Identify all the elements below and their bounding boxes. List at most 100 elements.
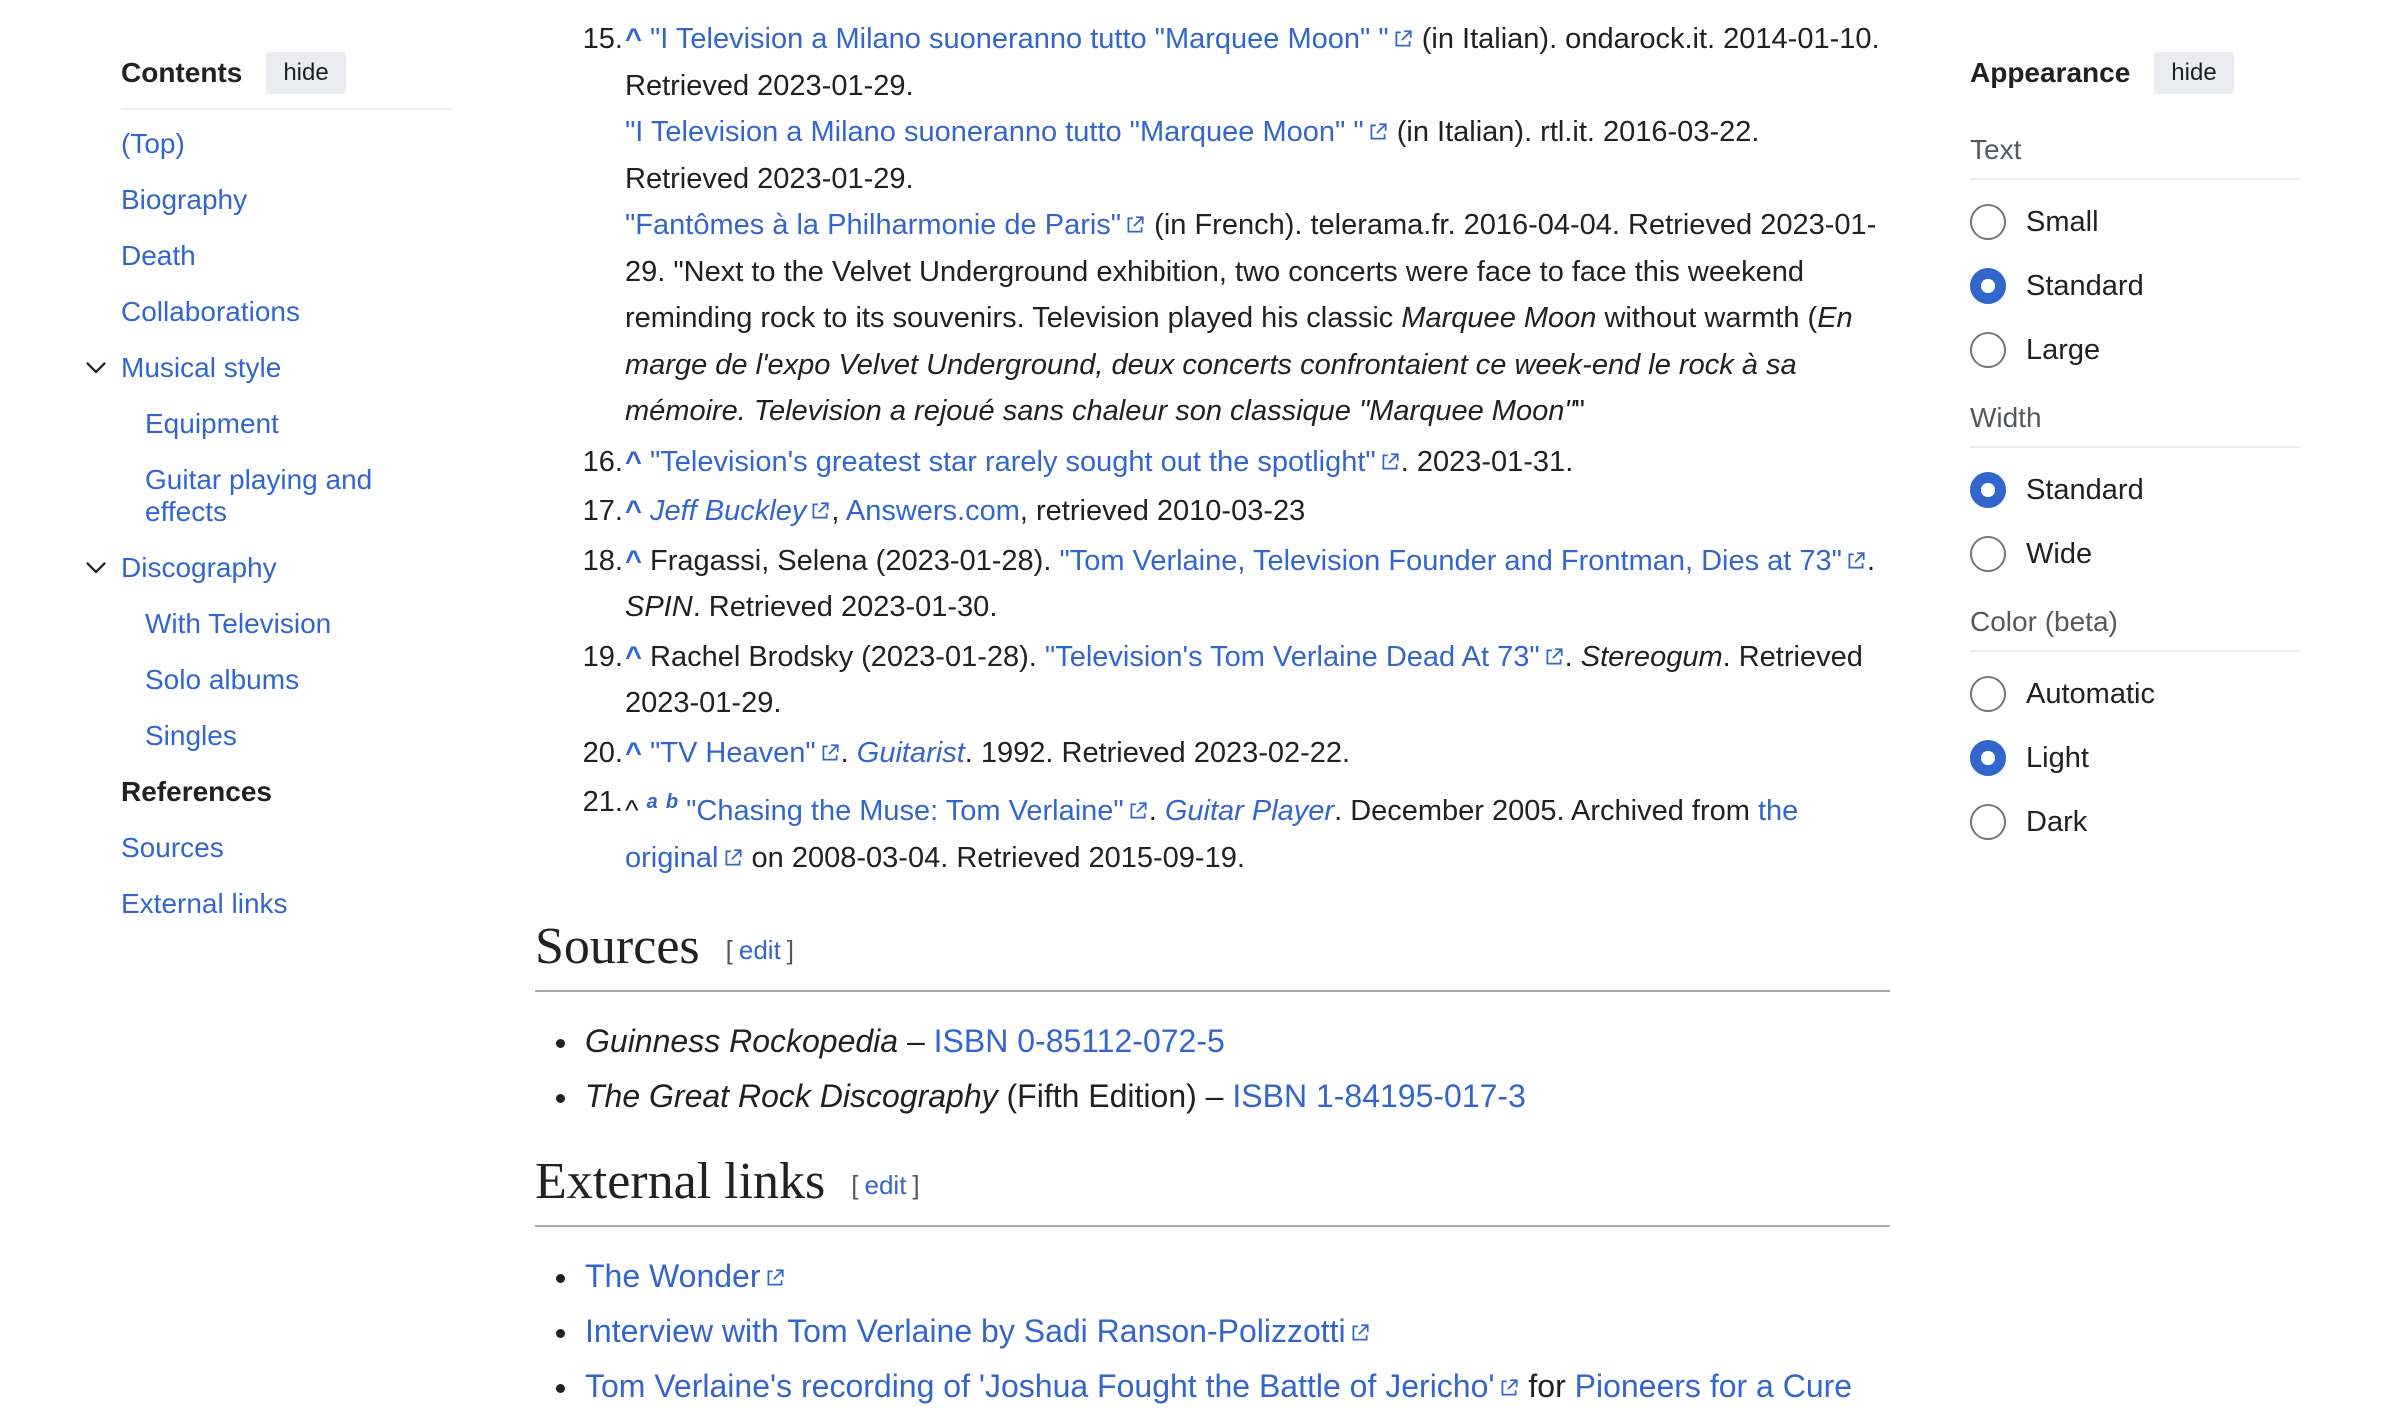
color-light-option[interactable]: Light [1970, 726, 2300, 790]
reference-link[interactable]: "Fantômes à la Philharmonie de Paris" [625, 209, 1121, 241]
external-link-icon [1543, 646, 1565, 668]
table-of-contents: Contents hide (Top) Biography Death Coll… [86, 48, 452, 944]
sources-section: Sources [edit] Guinness Rockopedia – ISBN… [535, 917, 1890, 1124]
reference-item: 16. ^ "Television's greatest star rarely… [535, 439, 1890, 486]
backlink-caret[interactable]: ^ [625, 737, 642, 769]
external-link-icon [722, 847, 744, 869]
toc-item-musical-style[interactable]: Musical style [86, 352, 452, 384]
width-standard-option[interactable]: Standard [1970, 458, 2300, 522]
toc-item-references[interactable]: References [121, 776, 452, 808]
external-link[interactable]: Interview with Tom Verlaine by Sadi Rans… [585, 1313, 1346, 1349]
toc-item-collaborations[interactable]: Collaborations [121, 296, 452, 328]
reference-link[interactable]: "TV Heaven" [650, 737, 816, 769]
backlink-caret[interactable]: ^ [625, 495, 642, 527]
radio-button[interactable] [1970, 536, 2006, 572]
toc-item-external-links[interactable]: External links [121, 888, 452, 920]
appearance-title: Appearance [1970, 57, 2131, 88]
toc-item-death[interactable]: Death [121, 240, 452, 272]
section-title: Sources [535, 918, 700, 975]
color-dark-option[interactable]: Dark [1970, 790, 2300, 854]
color-options: Automatic Light Dark [1970, 662, 2300, 854]
toc-hide-button[interactable]: hide [266, 52, 346, 94]
source-text: (Fifth Edition) – [997, 1078, 1233, 1114]
appearance-header: Appearance hide [1970, 48, 2300, 98]
toc-item-equipment[interactable]: Equipment [121, 408, 452, 440]
toc-list: (Top) Biography Death Collaborations Mus… [86, 128, 452, 920]
appearance-panel: Appearance hide Text Small Standard Larg… [1970, 48, 2300, 854]
reference-text: . Retrieved 2023-01-30. [692, 591, 998, 623]
link-text: for [1519, 1368, 1575, 1404]
reference-item: 18. ^ Fragassi, Selena (2023-01-28). "To… [535, 538, 1890, 631]
sources-heading: Sources [edit] [535, 917, 1890, 992]
appearance-hide-button[interactable]: hide [2154, 52, 2234, 94]
text-size-large-option[interactable]: Large [1970, 318, 2300, 382]
text-size-standard-option[interactable]: Standard [1970, 254, 2300, 318]
text-size-options: Small Standard Large [1970, 190, 2300, 382]
external-link[interactable]: Tom Verlaine's recording of 'Joshua Foug… [585, 1368, 1495, 1404]
radio-button-selected[interactable] [1970, 268, 2006, 304]
edit-section-link[interactable]: edit [739, 935, 781, 965]
sources-list: Guinness Rockopedia – ISBN 0-85112-072-5… [535, 1014, 1890, 1124]
option-label: Wide [2026, 537, 2093, 570]
reference-link[interactable]: "Chasing the Muse: Tom Verlaine" [686, 795, 1124, 827]
chevron-down-icon[interactable] [83, 555, 109, 581]
reference-link[interactable]: "I Television a Milano suoneranno tutto … [650, 23, 1389, 55]
toc-item-guitar-playing[interactable]: Guitar playing and effects [121, 464, 452, 528]
external-link[interactable]: The Wonder [585, 1258, 761, 1294]
reference-text: . [1866, 544, 1876, 577]
reference-link[interactable]: Answers.com [846, 495, 1020, 527]
isbn-link[interactable]: ISBN 1-84195-017-3 [1232, 1078, 1526, 1114]
radio-button[interactable] [1970, 676, 2006, 712]
reference-link[interactable]: "Tom Verlaine, Television Founder and Fr… [1059, 545, 1842, 577]
radio-button-selected[interactable] [1970, 740, 2006, 776]
toc-item-singles[interactable]: Singles [121, 720, 452, 752]
edit-section-link[interactable]: edit [865, 1170, 907, 1200]
source-title: Guinness Rockopedia [585, 1023, 899, 1059]
radio-button[interactable] [1970, 204, 2006, 240]
reference-text: , retrieved 2010-03-23 [1019, 495, 1306, 527]
reference-link[interactable]: Guitarist [857, 737, 965, 769]
backlink-caret[interactable]: ^ [625, 23, 642, 55]
reference-link[interactable]: Jeff Buckley [650, 495, 806, 527]
external-link[interactable]: Pioneers for a Cure [1575, 1368, 1852, 1404]
reference-link[interactable]: "I Television a Milano suoneranno tutto … [625, 116, 1364, 148]
toc-item-top[interactable]: (Top) [121, 128, 452, 160]
reference-number: 20. [582, 736, 623, 769]
width-wide-option[interactable]: Wide [1970, 522, 2300, 586]
edit-bracket: ] [912, 1170, 920, 1200]
reference-text: . December 2005. Archived from [1334, 795, 1758, 827]
toc-item-sources[interactable]: Sources [121, 832, 452, 864]
text-size-small-option[interactable]: Small [1970, 190, 2300, 254]
toc-item-biography[interactable]: Biography [121, 184, 452, 216]
backlink-caret[interactable]: ^ [625, 446, 642, 478]
reference-text: " [1574, 395, 1585, 427]
option-label: Standard [2026, 473, 2144, 506]
reference-link[interactable]: "Television's Tom Verlaine Dead At 73" [1045, 641, 1540, 673]
reference-link[interactable]: Guitar Player [1165, 795, 1334, 827]
external-link-icon [764, 1267, 786, 1289]
external-link-icon [1498, 1377, 1520, 1399]
external-link-icon [1392, 28, 1414, 50]
toc-item-solo-albums[interactable]: Solo albums [121, 664, 452, 696]
reference-link[interactable]: "Television's greatest star rarely sough… [650, 446, 1376, 478]
reference-text: . 1992. Retrieved 2023-02-22. [964, 736, 1351, 769]
radio-button[interactable] [1970, 332, 2006, 368]
option-label: Automatic [2026, 677, 2155, 710]
external-links-section: External links [edit] The Wonder Intervie… [535, 1152, 1890, 1414]
backlink-a[interactable]: a [647, 791, 658, 813]
backlink-b[interactable]: b [666, 791, 678, 813]
toc-item-discography[interactable]: Discography [86, 552, 452, 584]
chevron-down-icon[interactable] [83, 355, 109, 381]
external-link-icon [1349, 1322, 1371, 1344]
reference-text: Fragassi, Selena (2023-01-28). [641, 544, 1060, 577]
backlink-caret[interactable]: ^ [625, 545, 642, 577]
external-link-icon [1845, 550, 1867, 572]
color-automatic-option[interactable]: Automatic [1970, 662, 2300, 726]
radio-button-selected[interactable] [1970, 472, 2006, 508]
backlink-caret[interactable]: ^ [625, 641, 642, 673]
radio-button[interactable] [1970, 804, 2006, 840]
backlink-caret: ^ [625, 795, 639, 827]
toc-item-with-television[interactable]: With Television [121, 608, 452, 640]
isbn-link[interactable]: ISBN 0-85112-072-5 [934, 1023, 1225, 1059]
list-item: The Great Rock Discography (Fifth Editio… [535, 1069, 1890, 1124]
